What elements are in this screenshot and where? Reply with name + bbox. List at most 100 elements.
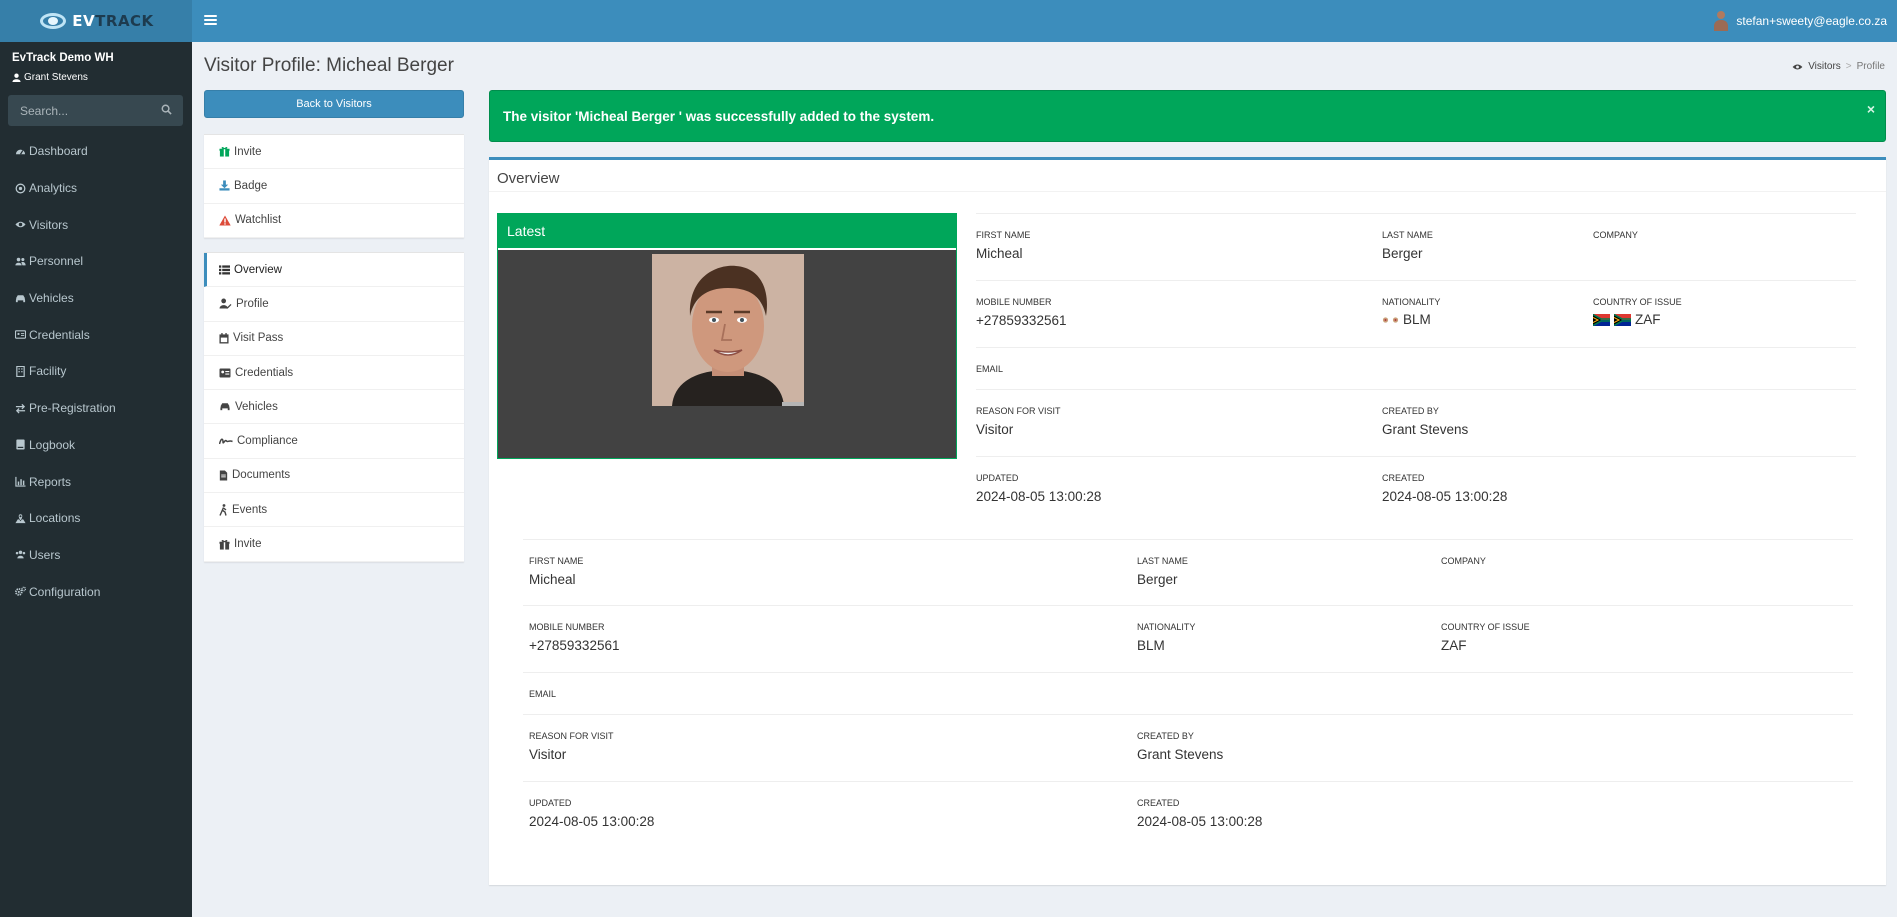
breadcrumb: Visitors > Profile <box>1792 61 1885 72</box>
tab-overview[interactable]: Overview <box>204 253 464 288</box>
building-icon <box>16 365 25 377</box>
country-of-issue-label: COUNTRY OF ISSUE <box>1441 622 1530 632</box>
user-edit-icon <box>219 298 232 310</box>
sidebar-item-reports[interactable]: Reports <box>0 463 192 500</box>
tab-profile[interactable]: Profile <box>204 287 464 322</box>
sidebar-toggle-button[interactable] <box>204 13 217 27</box>
created-label: CREATED <box>1382 473 1425 483</box>
calendar-icon <box>219 332 229 344</box>
overview-title: Overview <box>497 170 560 187</box>
sidebar-item-pre-registration[interactable]: Pre-Registration <box>0 390 192 427</box>
country-of-issue-label: COUNTRY OF ISSUE <box>1593 297 1682 307</box>
sidebar-item-visitors[interactable]: Visitors <box>0 206 192 243</box>
first-name-label: FIRST NAME <box>976 230 1031 240</box>
users-icon <box>15 551 26 559</box>
country-of-issue-value: ZAF <box>1593 312 1661 327</box>
analytics-icon <box>15 183 26 193</box>
success-alert: The visitor 'Micheal Berger ' was succes… <box>489 90 1886 142</box>
updated-label: UPDATED <box>529 798 572 808</box>
first-name-value: Micheal <box>976 246 1023 261</box>
sidebar-item-credentials[interactable]: Credentials <box>0 316 192 353</box>
breadcrumb-current: Profile <box>1856 61 1885 72</box>
south-africa-flag-icon <box>1593 313 1610 326</box>
hamburger-icon <box>204 15 217 17</box>
latest-photo-panel: Latest <box>497 213 957 459</box>
created-label: CREATED <box>1137 798 1180 808</box>
gift-icon <box>219 539 230 550</box>
file-icon <box>219 470 228 481</box>
signature-icon <box>219 438 233 444</box>
invite-action[interactable]: Invite <box>204 135 464 170</box>
top-header: EVTRACK stefan+sweety@eagle.co.za <box>0 0 1897 42</box>
profile-tabs: Overview Profile Visit Pass Credentials … <box>204 252 464 562</box>
operator-name: Grant Stevens <box>12 72 88 83</box>
sidebar-item-users[interactable]: Users <box>0 537 192 574</box>
download-icon <box>219 180 230 191</box>
company-name: EvTrack Demo WH <box>12 52 114 64</box>
sidebar-item-personnel[interactable]: Personnel <box>0 243 192 280</box>
search-icon[interactable] <box>161 104 172 115</box>
evtrack-logo[interactable]: EVTRACK <box>0 0 192 42</box>
tab-vehicles[interactable]: Vehicles <box>204 390 464 425</box>
brand-ev: EV <box>72 12 96 30</box>
visitor-photo[interactable] <box>652 254 804 406</box>
action-menu: Invite Badge Watchlist <box>204 134 464 238</box>
warning-icon <box>219 215 231 226</box>
created-by-label: CREATED BY <box>1382 406 1439 416</box>
search-input[interactable] <box>8 103 153 118</box>
sidebar-item-configuration[interactable]: Configuration <box>0 573 192 610</box>
tab-compliance[interactable]: Compliance <box>204 424 464 459</box>
nationality-value: BLM <box>1137 638 1165 653</box>
mobile-value: +27859332561 <box>529 638 620 653</box>
created-by-value: Grant Stevens <box>1382 422 1469 437</box>
exchange-icon <box>15 403 26 414</box>
page-title: Visitor Profile: Micheal Berger <box>204 55 454 76</box>
brand-track: TRACK <box>95 12 154 30</box>
watchlist-action[interactable]: Watchlist <box>204 204 464 238</box>
logo-icon <box>38 10 68 32</box>
sidebar-item-locations[interactable]: Locations <box>0 500 192 537</box>
overview-box: Overview Latest FIRST NAME Micheal LAST … <box>489 157 1886 885</box>
last-name-value: Berger <box>1137 572 1178 587</box>
tab-credentials[interactable]: Credentials <box>204 356 464 391</box>
tab-events[interactable]: Events <box>204 493 464 528</box>
list-icon <box>219 265 230 275</box>
alert-message: The visitor 'Micheal Berger ' was succes… <box>503 108 935 124</box>
sidebar-item-facility[interactable]: Facility <box>0 353 192 390</box>
reason-label: REASON FOR VISIT <box>529 731 614 741</box>
tab-invite[interactable]: Invite <box>204 527 464 562</box>
back-to-visitors-button[interactable]: Back to Visitors <box>204 90 464 118</box>
updated-value: 2024-08-05 13:00:28 <box>976 489 1102 504</box>
eye-icon <box>1792 64 1803 69</box>
updated-value: 2024-08-05 13:00:28 <box>529 814 655 829</box>
avatar <box>1714 11 1729 31</box>
badge-action[interactable]: Badge <box>204 169 464 204</box>
sidebar-search <box>8 95 183 126</box>
tab-documents[interactable]: Documents <box>204 459 464 494</box>
created-by-label: CREATED BY <box>1137 731 1194 741</box>
user-menu[interactable]: stefan+sweety@eagle.co.za <box>1714 0 1887 42</box>
gift-icon <box>219 147 230 157</box>
mobile-label: MOBILE NUMBER <box>976 297 1052 307</box>
country-of-issue-value: ZAF <box>1441 638 1467 653</box>
created-by-value: Grant Stevens <box>1137 747 1224 762</box>
last-name-value: Berger <box>1382 246 1423 261</box>
email-label: EMAIL <box>529 689 557 699</box>
sidebar-item-dashboard[interactable]: Dashboard <box>0 133 192 170</box>
updated-label: UPDATED <box>976 473 1019 483</box>
first-name-value: Micheal <box>529 572 576 587</box>
last-name-label: LAST NAME <box>1382 230 1433 240</box>
user-email: stefan+sweety@eagle.co.za <box>1736 14 1887 28</box>
sidebar-item-logbook[interactable]: Logbook <box>0 427 192 464</box>
sidebar-item-analytics[interactable]: Analytics <box>0 170 192 207</box>
breadcrumb-visitors-link[interactable]: Visitors <box>1808 61 1841 72</box>
created-value: 2024-08-05 13:00:28 <box>1137 814 1263 829</box>
map-icon <box>15 513 26 523</box>
tab-visit-pass[interactable]: Visit Pass <box>204 322 464 356</box>
car-icon <box>15 294 26 302</box>
close-icon[interactable]: × <box>1867 101 1875 117</box>
mobile-value: +27859332561 <box>976 313 1067 328</box>
sidebar-item-vehicles[interactable]: Vehicles <box>0 280 192 317</box>
book-icon <box>16 439 25 450</box>
company-label: COMPANY <box>1441 556 1486 566</box>
